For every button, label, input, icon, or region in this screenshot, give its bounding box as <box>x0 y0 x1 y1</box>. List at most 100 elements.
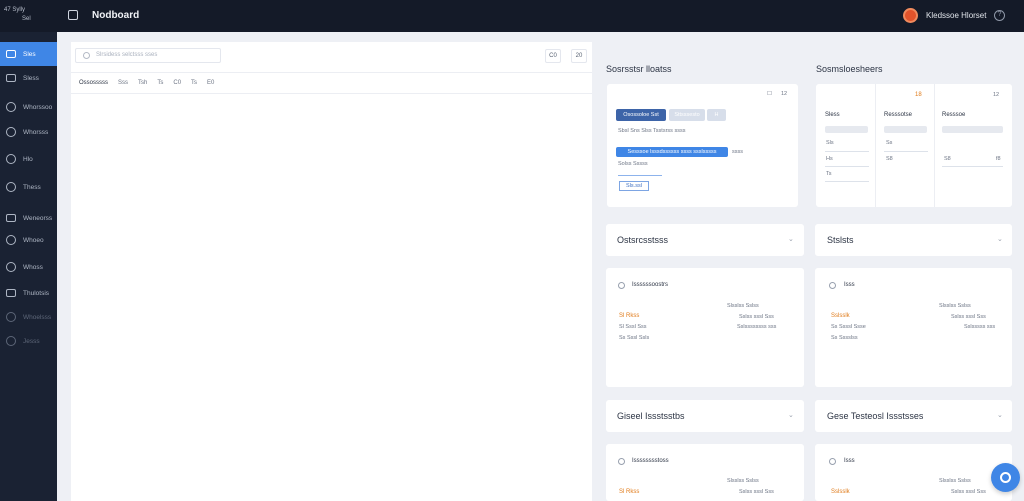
app-logo[interactable]: 47 Sylly Sel <box>4 6 52 26</box>
panel-right-1: Slsslss Sslss <box>727 478 759 484</box>
blue-action-side-text: ssss <box>732 149 743 155</box>
tab-3[interactable]: Ts <box>157 80 163 86</box>
sidebar-item-label: Whoeo <box>23 236 44 244</box>
search-icon <box>83 52 90 59</box>
sidebar-item-0[interactable]: Sles <box>0 42 57 66</box>
panel-title: Issssssoostrs <box>632 282 669 288</box>
tab-0[interactable]: Ossosssss <box>79 80 108 86</box>
settings-icon <box>6 127 16 137</box>
collapse-title: Giseel Issstsstbs <box>617 411 685 421</box>
row-divider <box>825 181 869 182</box>
chat-button[interactable] <box>991 463 1020 492</box>
action-row-1: Sbsl Sns Slss Tsstsrss ssss <box>618 128 686 134</box>
detail-panel-b: Isss Slsslss Sslss Sslsslk Sslss sssl Ss… <box>815 268 1012 387</box>
sidebar-item-label: Thulotsis <box>23 289 50 297</box>
panel-right-1: Slsslss Sslss <box>939 303 971 309</box>
chat-icon <box>1000 472 1011 483</box>
detail-panel-c: Isssssssstoss Slsslss Sslss Sl Rkss Ssls… <box>606 444 804 501</box>
chevron-down-icon[interactable]: ⌄ <box>788 235 794 243</box>
toolbar-button-1[interactable]: C0 <box>545 49 561 63</box>
divider <box>618 175 662 176</box>
avatar[interactable] <box>903 8 918 23</box>
tab-4[interactable]: C0 <box>173 80 181 86</box>
panel-row-1: Sslsslk <box>831 489 850 495</box>
cloud-icon <box>6 312 16 322</box>
col-title-2: Resssotse <box>884 112 913 118</box>
tab-2[interactable]: Tsh <box>138 80 147 86</box>
tab-1[interactable]: Sss <box>118 80 128 86</box>
top-bar: 47 Sylly Sel Nodboard Kledssoe Hlorset ? <box>0 0 1024 32</box>
collapse-row-3[interactable]: Giseel Issstsstbs ⌄ <box>606 400 804 432</box>
info-icon <box>829 282 836 289</box>
sidebar-item-5[interactable]: Thess <box>0 175 57 199</box>
panel-title: Isssssssstoss <box>632 458 669 464</box>
column-divider <box>934 84 935 207</box>
badge-count: 12 <box>781 91 788 97</box>
panel-row-2: Sl Sssl Sss <box>619 324 647 330</box>
main-panel: Slrsidess selctsss sses C0 20 Ossosssss … <box>71 42 592 501</box>
detail-panel-d: Isss Slsslss Sslss Sslsslk Sslss sssl Ss… <box>815 444 1012 501</box>
col-title-3: Resssoe <box>942 112 966 118</box>
sidebar-item-11[interactable]: Jesss <box>0 329 57 353</box>
col2-badge: 18 <box>915 92 922 98</box>
search-placeholder: Slrsidess selctsss sses <box>96 52 158 58</box>
chevron-down-icon[interactable]: ⌄ <box>788 411 794 419</box>
col-title-1: Sless <box>825 112 840 118</box>
blue-action-button[interactable]: Sesssoe lsssdssssss ssss ssslsssss <box>616 147 728 157</box>
section-title-1: Sosrsstsr lloatss <box>606 64 672 74</box>
sidebar-item-6[interactable]: Weneorss <box>0 206 57 230</box>
sidebar-item-4[interactable]: Hlo <box>0 147 57 171</box>
sidebar-item-7[interactable]: Whoeo <box>0 228 57 252</box>
grid-icon <box>6 50 16 58</box>
tab-5[interactable]: Ts <box>191 80 197 86</box>
info-icon <box>618 282 625 289</box>
tag-chip[interactable]: Sls.ssl <box>619 181 649 191</box>
col1-row-2: Hs <box>826 156 833 162</box>
row-divider <box>825 151 869 152</box>
placeholder-bar <box>884 126 927 133</box>
sidebar-item-10[interactable]: Whoelsss <box>0 305 57 329</box>
window-icon[interactable]: ☐ <box>767 91 772 97</box>
sidebar: Sles Sless Whorssoo Whorsss Hlo Thess We… <box>0 32 57 501</box>
calendar-icon <box>6 289 16 297</box>
bell-icon <box>6 262 16 272</box>
sidebar-item-9[interactable]: Thulotsis <box>0 281 57 305</box>
sidebar-item-3[interactable]: Whorsss <box>0 120 57 144</box>
chevron-down-icon[interactable]: ⌄ <box>997 411 1003 419</box>
sidebar-item-label: Whorsss <box>23 128 49 136</box>
chevron-down-icon[interactable]: ⌄ <box>997 235 1003 243</box>
collapse-title: Gese Testeosl Issstsses <box>827 411 924 421</box>
small-button[interactable]: H <box>707 109 726 121</box>
panel-row-3: Ss Sssl Ssls <box>619 335 650 341</box>
panel-title: Isss <box>844 458 855 464</box>
circle-icon <box>6 102 16 112</box>
sidebar-item-8[interactable]: Whoss <box>0 255 57 279</box>
sidebar-item-label: Whoelsss <box>23 313 52 321</box>
logo-line-2: Sel <box>22 16 31 22</box>
collapse-row-4[interactable]: Gese Testeosl Issstsses ⌄ <box>815 400 1012 432</box>
collapse-row-2[interactable]: Stslsts ⌄ <box>815 224 1012 256</box>
sidebar-item-2[interactable]: Whorssoo <box>0 95 57 119</box>
primary-button[interactable]: Osossoloe Sst <box>616 109 666 121</box>
search-input[interactable]: Slrsidess selctsss sses <box>75 48 221 63</box>
actions-card: ☐ 12 Osossoloe Sst Sttsssesto H Sbsl Sns… <box>607 84 798 207</box>
column-divider <box>875 84 876 207</box>
toolbar-button-2[interactable]: 20 <box>571 49 587 63</box>
sidebar-item-1[interactable]: Sless <box>0 66 57 90</box>
panel-right-2: Sslss sssl Sss <box>739 314 774 320</box>
panel-right-3: Sslsssss sss <box>964 324 996 330</box>
sidebar-item-label: Whorssoo <box>23 103 53 111</box>
user-name[interactable]: Kledssoe Hlorset <box>926 11 986 20</box>
col3-row-2: f8 <box>996 156 1001 162</box>
sidebar-item-label: Thess <box>23 183 41 191</box>
lock-icon <box>6 336 16 346</box>
chart-icon <box>6 235 16 245</box>
secondary-button[interactable]: Sttsssesto <box>669 109 705 121</box>
col2-row-2: S8 <box>886 156 893 162</box>
dashboard-icon <box>68 10 78 20</box>
info-icon <box>829 458 836 465</box>
placeholder-bar <box>942 126 1003 133</box>
help-icon[interactable]: ? <box>994 10 1005 21</box>
tab-6[interactable]: E0 <box>207 80 214 86</box>
collapse-row-1[interactable]: Ostsrcsstsss ⌄ <box>606 224 804 256</box>
